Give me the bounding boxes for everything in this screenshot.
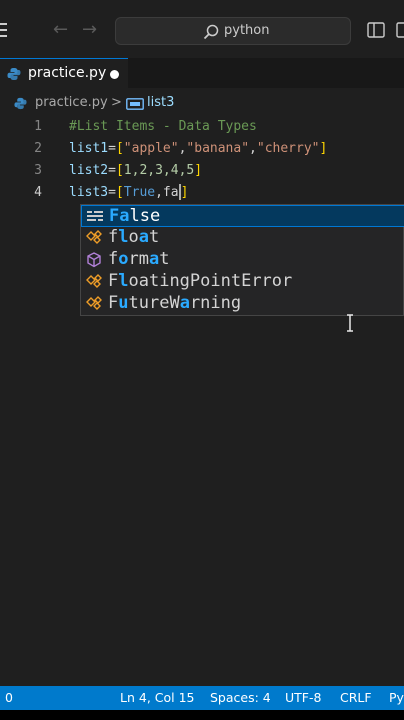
- code-line: 3 list2=[1,2,3,4,5]: [0, 160, 404, 182]
- menu-icon[interactable]: [0, 23, 7, 37]
- suggestion-label: FutureWarning: [108, 293, 242, 313]
- status-bar: 0 Ln 4, Col 15 Spaces: 4 UTF-8 CRLF Py: [0, 686, 404, 710]
- tab-label: practice.py: [28, 65, 107, 81]
- suggestion-label: float: [108, 227, 160, 247]
- forward-arrow-icon[interactable]: →: [82, 20, 97, 40]
- code-line: 2 list1=["apple","banana","cherry"]: [0, 138, 404, 160]
- bottom-edge: [0, 710, 404, 720]
- toggle-panel-icon[interactable]: [396, 22, 404, 38]
- code-variable: list3: [69, 185, 109, 200]
- line-number: 3: [34, 163, 42, 178]
- keyword-icon: [87, 211, 103, 221]
- tab-practice-py[interactable]: practice.py: [0, 58, 128, 88]
- breadcrumb-separator: >: [111, 95, 122, 110]
- line-number: 2: [34, 141, 42, 156]
- tab-bar: practice.py: [0, 58, 404, 88]
- status-language[interactable]: Py: [389, 690, 404, 705]
- class-icon: [86, 274, 102, 288]
- suggestion-item[interactable]: FloatingPointError: [81, 271, 404, 293]
- suggestion-item[interactable]: float: [81, 227, 404, 249]
- suggestion-item[interactable]: FutureWarning: [81, 293, 404, 315]
- suggestion-item[interactable]: False: [81, 205, 404, 227]
- code-line-current: 4 list3=[True,fa]: [0, 182, 404, 204]
- suggestion-item[interactable]: format: [81, 249, 404, 271]
- status-indentation[interactable]: Spaces: 4: [210, 690, 271, 705]
- title-bar: ← → python: [0, 0, 404, 58]
- breadcrumb-symbol[interactable]: list3: [147, 95, 174, 110]
- line-number: 1: [34, 119, 42, 134]
- status-problems[interactable]: 0: [5, 690, 13, 705]
- unsaved-dot-icon[interactable]: [110, 70, 119, 79]
- status-encoding[interactable]: UTF-8: [285, 690, 321, 705]
- code-variable: list1: [69, 141, 109, 156]
- back-arrow-icon[interactable]: ←: [53, 20, 68, 40]
- status-cursor-position[interactable]: Ln 4, Col 15: [120, 690, 195, 705]
- code-line: 1 #List Items - Data Types: [0, 116, 404, 138]
- variable-symbol-icon: [126, 98, 144, 110]
- suggestion-label: FloatingPointError: [108, 271, 293, 291]
- suggestion-label: format: [108, 249, 170, 269]
- python-file-icon: [14, 97, 27, 110]
- breadcrumb: practice.py > list3: [0, 94, 404, 114]
- python-file-icon: [7, 68, 21, 80]
- autocomplete-widget[interactable]: False float format FloatingPointError Fu…: [80, 204, 404, 316]
- breadcrumb-file[interactable]: practice.py: [35, 95, 108, 110]
- search-text: python: [224, 23, 270, 38]
- class-icon: [86, 296, 102, 310]
- toggle-sidebar-icon[interactable]: [367, 22, 385, 38]
- text-mouse-cursor-icon: [347, 314, 353, 332]
- status-eol[interactable]: CRLF: [340, 690, 372, 705]
- method-cube-icon: [87, 252, 101, 268]
- class-icon: [86, 230, 102, 244]
- code-comment: #List Items - Data Types: [69, 119, 257, 134]
- command-center-search[interactable]: python: [115, 17, 351, 45]
- suggestion-label: False: [109, 206, 161, 226]
- search-icon: [203, 24, 219, 40]
- line-number: 4: [34, 185, 42, 200]
- code-variable: list2: [69, 163, 109, 178]
